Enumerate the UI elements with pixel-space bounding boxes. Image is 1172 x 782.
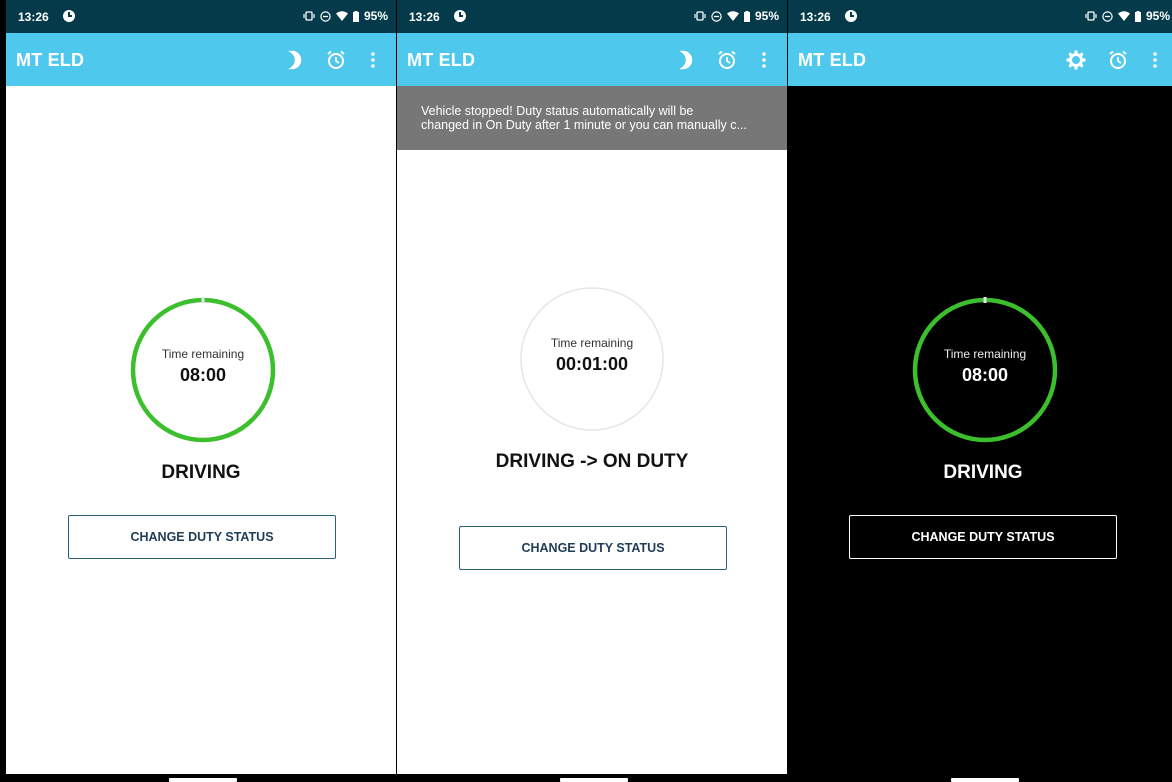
app-bar: MT ELD [788, 33, 1172, 86]
timer-ring: Time remaining 08:00 [912, 297, 1058, 443]
time-remaining-value: 08:00 [961, 365, 1009, 385]
time-remaining-label: Time remaining [550, 336, 634, 350]
duty-status-text: DRIVING [161, 462, 241, 483]
battery-percent: 95% [363, 9, 388, 23]
snackbar-line-2: changed in On Duty after 1 minute or you… [421, 118, 747, 132]
app-title: MT ELD [798, 50, 867, 70]
dnd-icon [320, 10, 331, 22]
clock: 13:26 [409, 10, 440, 24]
time-remaining-value: 08:00 [179, 365, 227, 385]
dnd-icon [711, 10, 722, 22]
time-remaining-label: Time remaining [161, 347, 245, 361]
vibrate-icon [303, 11, 315, 21]
more-vert-icon[interactable] [368, 49, 378, 71]
dnd-icon [1102, 10, 1113, 22]
status-bar: 13:26 95% [397, 0, 787, 33]
status-bar: 13:26 95% [788, 0, 1172, 33]
snackbar-line-1: Vehicle stopped! Duty status automatical… [421, 104, 694, 118]
sync-icon [454, 10, 466, 22]
main-content: Vehicle stopped! Duty status automatical… [397, 86, 787, 774]
nav-bar [6, 774, 396, 782]
duty-status-text: DRIVING -> ON DUTY [495, 451, 689, 472]
snackbar-message: Vehicle stopped! Duty status automatical… [421, 104, 771, 132]
app-bar: MT ELD [397, 33, 787, 86]
home-handle[interactable] [560, 778, 628, 782]
screen-stopped: 13:26 95% MT ELD Vehicle stopped! Duty s… [397, 0, 787, 782]
wifi-icon [1117, 11, 1130, 21]
wifi-icon [726, 11, 739, 21]
more-vert-icon[interactable] [759, 49, 769, 71]
vibrate-icon [1085, 11, 1097, 21]
timer-ring: Time remaining 00:01:00 [519, 286, 665, 432]
duty-status-text: DRIVING [943, 462, 1023, 483]
screen-dark: 13:26 95% MT ELD Time remaining 08:00 DR… [788, 0, 1172, 782]
moon-icon[interactable] [674, 49, 696, 71]
system-icons: 95% [1085, 9, 1170, 23]
moon-icon[interactable] [283, 49, 305, 71]
main-content: Time remaining 08:00 DRIVING CHANGE DUTY… [6, 86, 396, 774]
alarm-icon[interactable] [325, 49, 347, 71]
screen-light: 13:26 95% MT ELD Time remaining 08:00 DR… [6, 0, 396, 782]
clock: 13:26 [18, 10, 49, 24]
nav-bar [788, 774, 1172, 782]
wifi-icon [335, 11, 348, 21]
change-duty-status-button[interactable]: CHANGE DUTY STATUS [849, 515, 1117, 559]
system-icons: 95% [303, 9, 388, 23]
battery-icon [743, 10, 750, 22]
battery-percent: 95% [754, 9, 779, 23]
home-handle[interactable] [169, 778, 237, 782]
status-bar: 13:26 95% [6, 0, 396, 33]
more-vert-icon[interactable] [1150, 49, 1160, 71]
sun-icon[interactable] [1065, 49, 1087, 71]
app-title: MT ELD [16, 50, 85, 70]
change-duty-status-button[interactable]: CHANGE DUTY STATUS [68, 515, 336, 559]
app-title: MT ELD [407, 50, 476, 70]
time-remaining-value: 00:01:00 [555, 354, 629, 374]
sync-icon [845, 10, 857, 22]
system-icons: 95% [694, 9, 779, 23]
sync-icon [63, 10, 75, 22]
change-duty-status-button[interactable]: CHANGE DUTY STATUS [459, 526, 727, 570]
alarm-icon[interactable] [1107, 49, 1129, 71]
timer-ring: Time remaining 08:00 [130, 297, 276, 443]
snackbar[interactable]: Vehicle stopped! Duty status automatical… [397, 86, 787, 150]
app-bar: MT ELD [6, 33, 396, 86]
battery-icon [352, 10, 359, 22]
nav-bar [397, 774, 787, 782]
battery-icon [1134, 10, 1141, 22]
alarm-icon[interactable] [716, 49, 738, 71]
time-remaining-label: Time remaining [943, 347, 1027, 361]
clock: 13:26 [800, 10, 831, 24]
home-handle[interactable] [951, 778, 1019, 782]
vibrate-icon [694, 11, 706, 21]
battery-percent: 95% [1145, 9, 1170, 23]
main-content: Time remaining 08:00 DRIVING CHANGE DUTY… [788, 86, 1172, 774]
